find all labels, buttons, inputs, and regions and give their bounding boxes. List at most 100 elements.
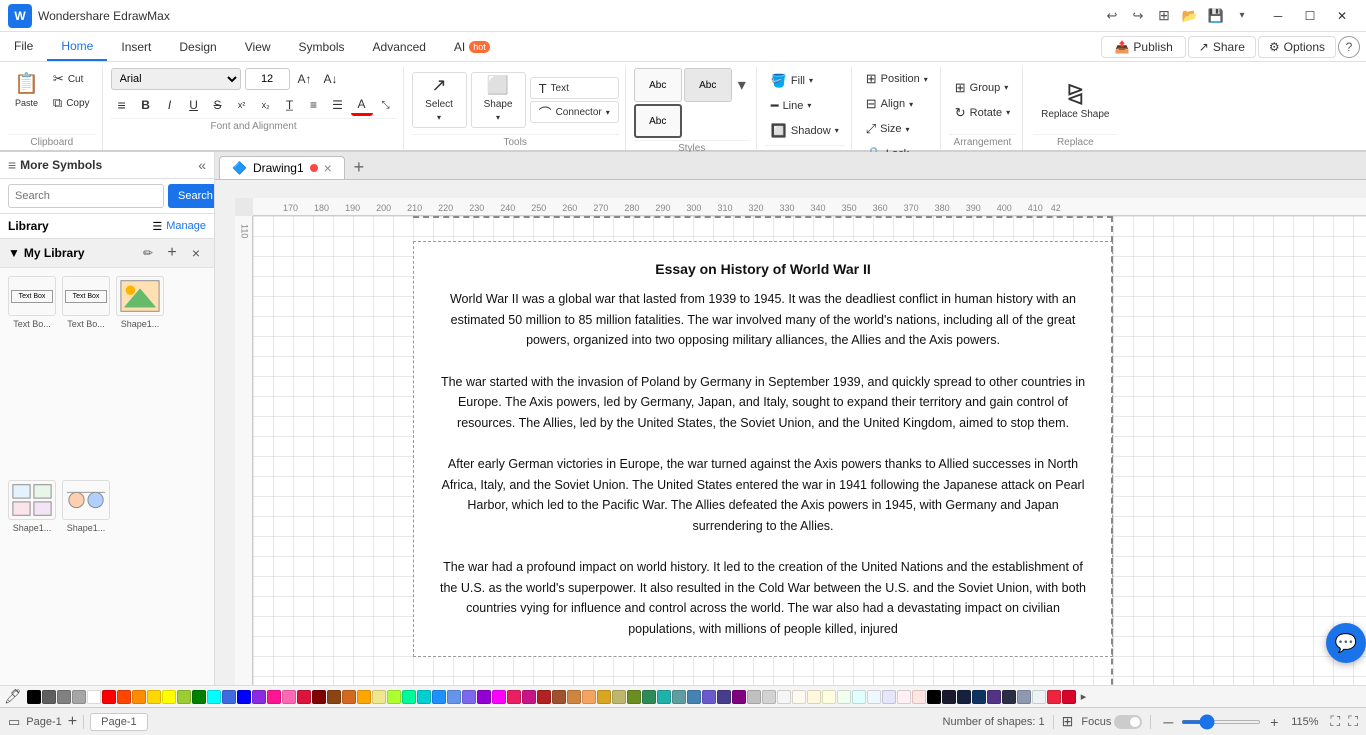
publish-button[interactable]: 📤 Publish <box>1101 36 1185 58</box>
color-swatch[interactable] <box>912 690 926 704</box>
add-page-btn[interactable]: + <box>68 713 77 731</box>
color-swatch[interactable] <box>1017 690 1031 704</box>
quick-access-redo[interactable]: ↪ <box>1126 4 1150 28</box>
rotate-dropdown[interactable]: ↻ Rotate ▾ <box>949 102 1016 124</box>
tab-design[interactable]: Design <box>165 32 230 61</box>
subscript-btn[interactable]: x₂ <box>255 94 277 116</box>
color-swatch[interactable] <box>957 690 971 704</box>
win-close[interactable]: ✕ <box>1326 5 1358 27</box>
color-swatch[interactable] <box>72 690 86 704</box>
style-box-1[interactable]: Abc <box>634 68 682 102</box>
zoom-in-btn[interactable]: + <box>1265 713 1283 731</box>
select-dropdown[interactable]: ↗ Select ▾ <box>412 72 467 128</box>
color-swatch[interactable] <box>522 690 536 704</box>
clear-format-btn[interactable]: T̲ <box>279 94 301 116</box>
bullet-btn[interactable]: ≡ <box>303 94 325 116</box>
color-swatch[interactable] <box>162 690 176 704</box>
color-swatch[interactable] <box>372 690 386 704</box>
quick-access-undo[interactable]: ↩ <box>1100 4 1124 28</box>
font-color-btn[interactable]: A <box>351 94 373 116</box>
tab-symbols[interactable]: Symbols <box>285 32 359 61</box>
color-swatch[interactable] <box>837 690 851 704</box>
color-swatch[interactable] <box>477 690 491 704</box>
zoom-out-btn[interactable]: ─ <box>1159 713 1177 731</box>
color-swatch[interactable] <box>1002 690 1016 704</box>
color-swatch[interactable] <box>642 690 656 704</box>
quick-access-new[interactable]: ⊞ <box>1152 4 1176 28</box>
thumb-item-2[interactable]: Text Box Text Bo... <box>62 276 110 474</box>
color-swatch[interactable] <box>1032 690 1046 704</box>
underline-btn[interactable]: U <box>183 94 205 116</box>
color-swatch[interactable] <box>747 690 761 704</box>
current-page-label[interactable]: Page-1 <box>26 716 61 728</box>
align-dropdown[interactable]: ⊟ Align ▾ <box>860 93 934 115</box>
copy-button[interactable]: ⧉Copy <box>47 92 96 114</box>
strikethrough-btn[interactable]: S <box>207 94 229 116</box>
options-button[interactable]: ⚙ Options <box>1258 36 1336 58</box>
tab-file[interactable]: File <box>0 32 47 61</box>
thumb-item-3[interactable]: Shape1... <box>116 276 164 474</box>
color-swatch[interactable] <box>672 690 686 704</box>
color-swatch[interactable] <box>192 690 206 704</box>
color-swatch[interactable] <box>942 690 956 704</box>
shape-dropdown[interactable]: ⬜ Shape ▾ <box>471 72 526 128</box>
add-tab-btn[interactable]: + <box>347 156 371 180</box>
color-swatch[interactable] <box>582 690 596 704</box>
cut-button[interactable]: ✂Cut <box>47 68 96 90</box>
color-swatch[interactable] <box>87 690 101 704</box>
quick-access-more[interactable]: ▾ <box>1230 4 1254 28</box>
color-swatch[interactable] <box>42 690 56 704</box>
color-swatch[interactable] <box>1047 690 1061 704</box>
style-box-3[interactable]: Abc <box>634 104 682 138</box>
help-button[interactable]: ? <box>1338 36 1360 58</box>
color-swatch[interactable] <box>732 690 746 704</box>
color-swatch[interactable] <box>222 690 236 704</box>
color-swatch[interactable] <box>597 690 611 704</box>
more-colors-btn[interactable]: ▸ <box>1077 690 1091 703</box>
color-swatch[interactable] <box>717 690 731 704</box>
color-swatch[interactable] <box>177 690 191 704</box>
color-swatch[interactable] <box>987 690 1001 704</box>
thumb-item-5[interactable]: Shape1... <box>62 480 110 678</box>
essay-textbox[interactable]: Essay on History of World War II World W… <box>413 241 1113 657</box>
color-swatch[interactable] <box>207 690 221 704</box>
line-dropdown[interactable]: ━ Line ▾ <box>765 95 845 117</box>
my-library-close-btn[interactable]: × <box>186 243 206 263</box>
color-swatch[interactable] <box>927 690 941 704</box>
size-dropdown[interactable]: ⤢ Size ▾ <box>860 118 934 140</box>
color-swatch[interactable] <box>462 690 476 704</box>
my-library-add-btn[interactable]: + <box>162 243 182 263</box>
font-shrink-btn[interactable]: A↓ <box>320 68 342 90</box>
color-swatch[interactable] <box>27 690 41 704</box>
bold-btn[interactable]: B <box>135 94 157 116</box>
color-swatch[interactable] <box>57 690 71 704</box>
close-tab-btn[interactable]: × <box>324 160 332 176</box>
my-library-edit-btn[interactable]: ✏ <box>138 243 158 263</box>
color-swatch[interactable] <box>417 690 431 704</box>
list-btn[interactable]: ☰ <box>327 94 349 116</box>
fill-dropdown[interactable]: 🪣 Fill ▾ <box>765 70 845 92</box>
position-dropdown[interactable]: ⊞ Position ▾ <box>860 68 934 90</box>
color-swatch[interactable] <box>327 690 341 704</box>
group-dropdown[interactable]: ⊞ Group ▾ <box>949 77 1016 99</box>
superscript-btn[interactable]: x² <box>231 94 253 116</box>
color-swatch[interactable] <box>252 690 266 704</box>
color-swatch[interactable] <box>882 690 896 704</box>
color-swatch[interactable] <box>402 690 416 704</box>
fit-to-page-btn[interactable]: ⛶ <box>1330 713 1340 730</box>
drawing-tab[interactable]: 🔷 Drawing1 × <box>219 156 345 179</box>
color-swatch[interactable] <box>567 690 581 704</box>
color-swatch[interactable] <box>972 690 986 704</box>
font-grow-btn[interactable]: A↑ <box>294 68 316 90</box>
color-swatch[interactable] <box>267 690 281 704</box>
quick-access-open[interactable]: 📂 <box>1178 4 1202 28</box>
color-swatch[interactable] <box>807 690 821 704</box>
color-swatch[interactable] <box>282 690 296 704</box>
layers-btn[interactable]: ⊞ <box>1062 713 1074 730</box>
search-input[interactable] <box>8 184 164 208</box>
focus-toggle[interactable] <box>1114 715 1142 729</box>
fill-color-tool[interactable]: 🖊 <box>4 688 22 705</box>
fullscreen-btn[interactable]: ⛶ <box>1348 713 1358 730</box>
style-more-btn[interactable]: ▾ <box>734 68 750 102</box>
color-swatch[interactable] <box>822 690 836 704</box>
